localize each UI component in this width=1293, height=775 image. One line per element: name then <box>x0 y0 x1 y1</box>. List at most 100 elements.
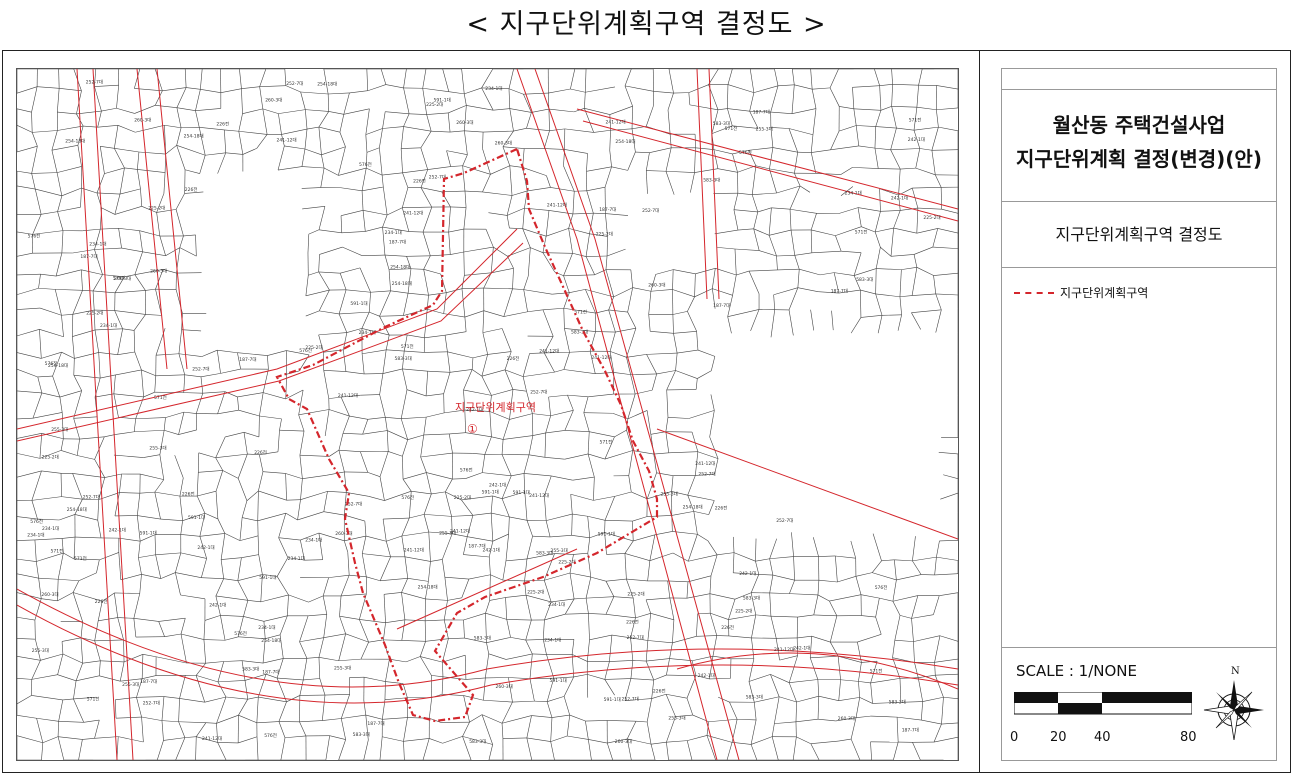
parcel-edge <box>628 450 633 476</box>
parcel-edge <box>78 739 83 760</box>
cadastral-map[interactable]: 234-1대 254-18대 252-7대 241-12대 242-1대 187-7대 22… <box>16 68 959 761</box>
parcel-number-label: 254-18대 <box>615 138 635 145</box>
parcel-edge <box>237 352 268 356</box>
parcel-edge <box>911 267 918 296</box>
parcel-number-label: 226전 <box>653 687 666 694</box>
parcel-edge <box>656 472 674 476</box>
parcel-number-label: 242-1대 <box>698 672 715 679</box>
parcel-edge <box>686 698 694 716</box>
parcel-edge <box>940 492 958 500</box>
parcel-edge <box>855 715 871 718</box>
parcel-edge <box>509 108 514 132</box>
parcel-edge <box>73 680 77 700</box>
parcel-edge <box>665 694 676 717</box>
parcel-number-label: 226전 <box>721 624 734 631</box>
parcel-edge <box>751 165 757 195</box>
parcel-edge <box>155 554 162 579</box>
parcel-edge <box>379 147 383 176</box>
parcel-edge <box>797 635 812 639</box>
parcel-edge <box>96 173 105 194</box>
parcel-edge <box>97 110 102 128</box>
parcel-edge <box>911 312 922 330</box>
parcel-edge <box>179 675 186 699</box>
parcel-edge <box>81 269 103 275</box>
parcel-edge <box>789 209 792 231</box>
parcel-edge <box>564 149 588 154</box>
parcel-edge <box>63 552 75 560</box>
road-lines <box>17 69 958 760</box>
parcel-edge <box>853 108 881 111</box>
parcel-edge <box>448 91 465 95</box>
parcel-number-label: 591-1대 <box>550 677 567 684</box>
parcel-edge <box>183 234 196 237</box>
parcel-edge <box>72 473 105 478</box>
parcel-edge <box>17 170 32 174</box>
parcel-edge <box>239 517 243 541</box>
parcel-edge <box>508 69 514 89</box>
parcel-edge <box>276 557 289 577</box>
parcel-edge <box>838 207 859 214</box>
parcel-edge <box>379 556 391 581</box>
parcel-edge <box>471 357 474 370</box>
parcel-edge <box>199 155 206 174</box>
parcel-edge <box>523 276 529 290</box>
parcel-edge <box>733 193 739 210</box>
parcel-edge <box>933 272 958 276</box>
parcel-edge <box>585 577 592 599</box>
parcel-number-label: 255-3대 <box>149 444 166 451</box>
parcel-edge <box>447 597 462 601</box>
parcel-edge <box>509 165 523 168</box>
parcel-edge <box>875 110 882 127</box>
parcel-edge <box>892 595 918 602</box>
parcel-number-label: 576전 <box>359 161 372 168</box>
parcel-edge <box>257 535 260 555</box>
parcel-edge <box>361 190 364 211</box>
parcel-edge <box>401 517 410 537</box>
parcel-edge <box>503 435 533 440</box>
parcel-edge <box>564 453 589 460</box>
parcel-edge <box>308 595 324 603</box>
parcel-edge <box>57 653 64 675</box>
parcel-number-label: 187-7대 <box>367 720 384 727</box>
parcel-edge <box>569 289 586 294</box>
parcel-edge <box>368 496 385 501</box>
parcel-edge <box>572 476 595 481</box>
parcel-edge <box>72 580 80 593</box>
parcel-edge <box>278 537 301 541</box>
parcel-edge <box>461 288 466 318</box>
parcel-edge <box>385 681 404 684</box>
parcel-edge <box>379 315 404 317</box>
parcel-edge <box>648 291 652 315</box>
parcel-edge <box>57 111 77 115</box>
parcel-edge <box>359 619 369 643</box>
parcel-edge <box>385 541 391 557</box>
parcel-edge <box>196 472 199 497</box>
parcel-edge <box>717 247 736 250</box>
parcel-number-label: 576전 <box>875 584 888 591</box>
parcel-edge <box>710 394 715 411</box>
parcel-edge <box>383 517 410 520</box>
panel-title-box: 월산동 주택건설사업 지구단위계획 결정(변경)(안) <box>1001 90 1277 202</box>
parcel-edge <box>448 637 465 639</box>
parcel-edge <box>39 329 42 359</box>
parcel-edge <box>74 352 99 359</box>
parcel-edge <box>572 513 588 517</box>
parcel-edge <box>225 696 248 700</box>
parcel-edge <box>81 269 83 291</box>
parcel-edge <box>180 520 183 535</box>
parcel-edge <box>217 409 239 415</box>
parcel-edge <box>853 108 857 126</box>
parcel-edge <box>114 592 140 594</box>
parcel-edge <box>687 735 708 741</box>
parcel-edge <box>939 592 958 597</box>
parcel-edge <box>17 252 33 257</box>
parcel-edge <box>548 394 568 398</box>
parcel-edge <box>161 720 164 741</box>
parcel-edge <box>614 429 627 438</box>
parcel-edge <box>672 311 688 315</box>
parcel-edge <box>298 389 304 415</box>
parcel-edge <box>179 496 183 521</box>
parcel-edge <box>237 392 264 398</box>
parcel-edge <box>37 376 43 393</box>
road-line <box>136 69 168 370</box>
